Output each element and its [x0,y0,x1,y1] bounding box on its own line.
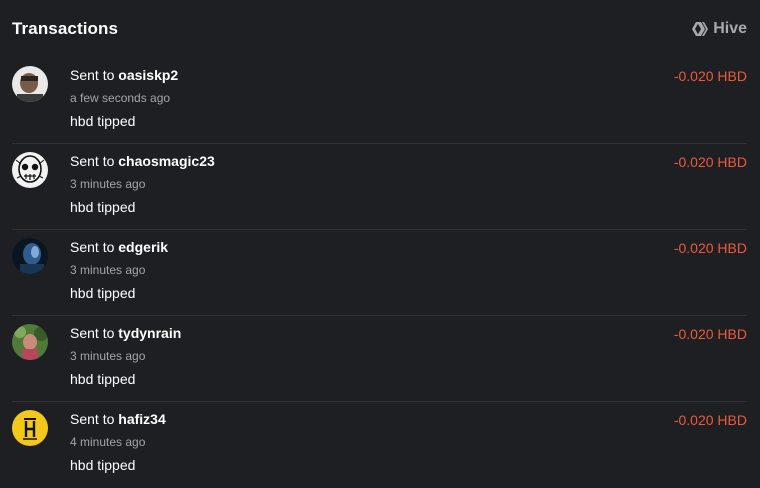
recipient-username[interactable]: edgerik [118,239,168,255]
sent-prefix: Sent to [70,411,115,427]
garden-photo-avatar[interactable] [12,324,48,360]
sent-prefix: Sent to [70,67,115,83]
transaction-row[interactable]: Sent to oasiskp2 a few seconds ago hbd t… [12,58,747,144]
transaction-list: Sent to oasiskp2 a few seconds ago hbd t… [0,58,760,488]
transaction-memo: hbd tipped [70,285,136,301]
transaction-amount: -0.020 HBD [673,240,747,256]
transaction-row[interactable]: Sent to tydynrain 3 minutes ago hbd tipp… [12,316,747,402]
skull-drawing-avatar[interactable] [12,152,48,188]
brand-label: Hive [713,20,747,37]
sent-prefix: Sent to [70,153,115,169]
transaction-time: 4 minutes ago [70,435,146,449]
hive-logo-icon [691,21,709,37]
transaction-time: 3 minutes ago [70,263,146,277]
panel-title: Transactions [12,19,119,38]
transactions-panel: Transactions Hive Sent to oasiskp2 a few… [0,0,760,488]
transaction-row[interactable]: Sent to hafiz34 4 minutes ago hbd tipped… [12,402,747,488]
transaction-row[interactable]: Sent to chaosmagic23 3 minutes ago hbd t… [12,144,747,230]
blue-figure-avatar[interactable] [12,238,48,274]
transaction-amount: -0.020 HBD [673,326,747,342]
transaction-row[interactable]: Sent to edgerik 3 minutes ago hbd tipped… [12,230,747,316]
panel-header: Transactions Hive [0,0,760,58]
transaction-amount: -0.020 HBD [673,154,747,170]
sent-prefix: Sent to [70,325,115,341]
yellow-logo-avatar[interactable] [12,410,48,446]
sent-prefix: Sent to [70,239,115,255]
transaction-time: 3 minutes ago [70,349,146,363]
recipient-username[interactable]: oasiskp2 [118,67,178,83]
transaction-amount: -0.020 HBD [673,68,747,84]
transaction-amount: -0.020 HBD [673,412,747,428]
recipient-username[interactable]: chaosmagic23 [118,153,215,169]
transaction-memo: hbd tipped [70,371,136,387]
transaction-time: 3 minutes ago [70,177,146,191]
transaction-time: a few seconds ago [70,91,171,105]
hive-brand[interactable]: Hive [691,20,747,38]
person-photo-avatar[interactable] [12,66,48,102]
transaction-memo: hbd tipped [70,113,136,129]
transaction-memo: hbd tipped [70,199,136,215]
transaction-memo: hbd tipped [70,457,136,473]
recipient-username[interactable]: hafiz34 [118,411,165,427]
recipient-username[interactable]: tydynrain [118,325,181,341]
